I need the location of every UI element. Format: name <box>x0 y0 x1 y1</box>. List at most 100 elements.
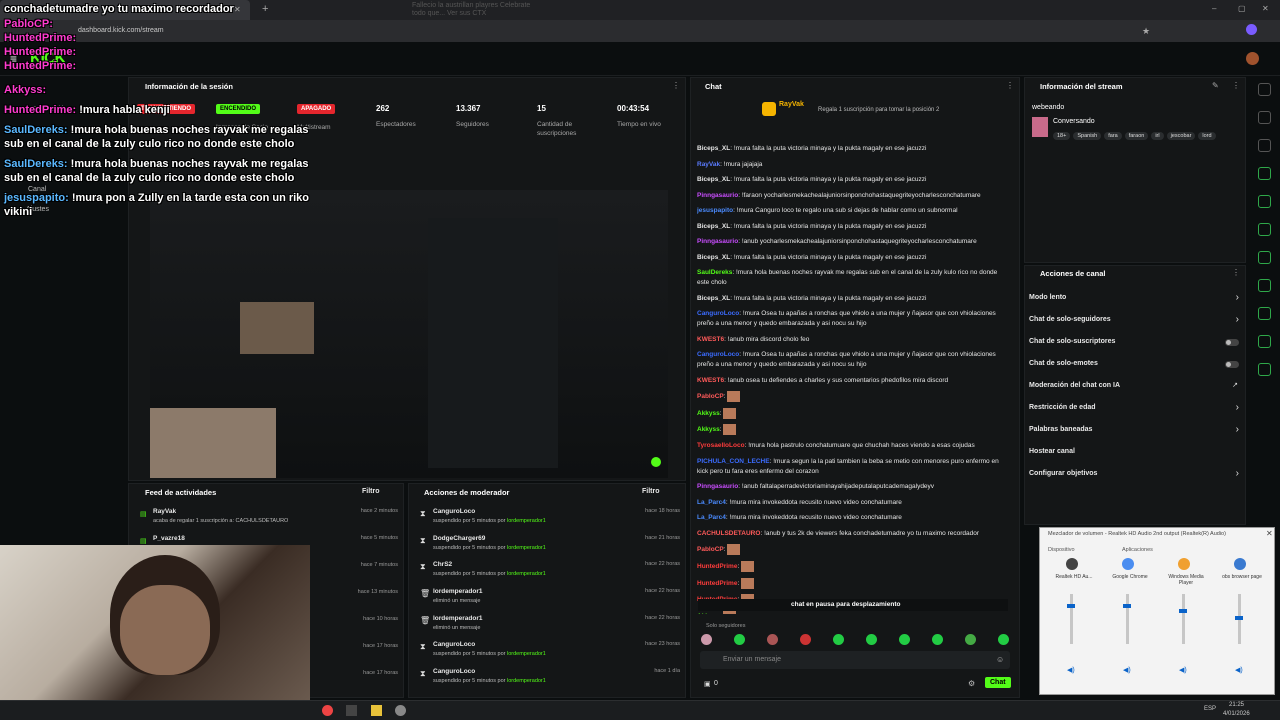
tag-chip[interactable]: faraon <box>1124 132 1149 140</box>
emote-icon[interactable] <box>734 634 745 645</box>
chat-message[interactable]: Akkyss: <box>697 424 1009 436</box>
user-avatar[interactable] <box>1246 52 1259 65</box>
chat-username[interactable]: Biceps_XL <box>697 145 730 152</box>
emote-icon[interactable] <box>767 634 778 645</box>
session-menu-icon[interactable]: ⋮ <box>672 81 680 90</box>
chat-username[interactable]: RayVak <box>697 161 720 168</box>
chat-username[interactable]: Pinngasaurio <box>697 238 738 245</box>
bookmark-star-icon[interactable]: ★ <box>1142 26 1150 37</box>
chat-username[interactable]: Pinngasaurio <box>697 483 738 490</box>
mixer-close-icon[interactable]: ✕ <box>1266 529 1273 538</box>
chat-username[interactable]: jesuspapito <box>697 207 733 214</box>
table-row[interactable]: ⧗ CanguroLoco suspendido por 5 minutos por… <box>418 668 682 695</box>
chat-message[interactable]: PICHULA_CON_LECHE: !mura segun la la pat… <box>697 457 1009 477</box>
taskbar-app-icon[interactable] <box>395 705 406 716</box>
chat-message[interactable]: HuntedPrime: <box>697 560 1009 572</box>
minimize-icon[interactable]: – <box>1212 4 1216 13</box>
channel-action-item[interactable]: Configurar objetivos › <box>1029 468 1243 490</box>
chevron-right-icon[interactable]: › <box>1236 402 1239 413</box>
emote-icon[interactable] <box>800 634 811 645</box>
chat-username[interactable]: HuntedPrime <box>697 563 737 570</box>
tool-rail-icon[interactable] <box>1258 363 1271 376</box>
chat-paused-text[interactable]: chat en pausa para desplazamiento <box>791 601 900 608</box>
channel-action-item[interactable]: Hostear canal <box>1029 446 1243 468</box>
taskbar-app-icon[interactable] <box>322 705 333 716</box>
chat-message[interactable]: Pinngasaurio: !anub yocharlesmekachealaj… <box>697 237 1009 247</box>
channel-action-item[interactable]: Chat de solo-emotes <box>1029 358 1243 380</box>
external-link-icon[interactable]: ↗ <box>1232 381 1238 389</box>
chat-username[interactable]: La_Parc4 <box>697 514 726 521</box>
chat-message[interactable]: PabloCP: <box>697 391 1009 402</box>
chat-message[interactable]: La_Parc4: !mura mira invokeddota recusit… <box>697 498 1009 508</box>
chat-message[interactable]: Biceps_XL: !mura falta la puta victoria … <box>697 222 1009 232</box>
clock-time[interactable]: 21:25 <box>1229 702 1244 708</box>
tool-rail-icon[interactable] <box>1258 195 1271 208</box>
speaker-icon[interactable]: ◀) <box>1179 666 1187 674</box>
taskbar-app-icon[interactable] <box>346 705 357 716</box>
edit-pencil-icon[interactable]: ✎ <box>1212 81 1219 90</box>
tool-rail-icon[interactable] <box>1258 139 1271 152</box>
chat-message[interactable]: PabloCP: <box>697 544 1009 556</box>
tool-rail-icon[interactable] <box>1258 167 1271 180</box>
toggle-switch[interactable] <box>1225 339 1239 346</box>
send-chat-button[interactable]: Chat <box>985 677 1011 688</box>
modactions-filter-button[interactable]: Filtro <box>642 488 660 495</box>
chat-message[interactable]: Biceps_XL: !mura falta la puta victoria … <box>697 144 1009 154</box>
chat-username[interactable]: Biceps_XL <box>697 254 730 261</box>
table-row[interactable]: ⧗ ChrS2 suspendido por 5 minutos por lorde… <box>418 561 682 588</box>
chat-message[interactable]: CanguroLoco: !mura Osea tu apañas a ronc… <box>697 350 1009 370</box>
language-indicator[interactable]: ESP <box>1204 706 1216 712</box>
chat-message[interactable]: Biceps_XL: !mura falta la puta victoria … <box>697 253 1009 263</box>
chat-menu-icon[interactable]: ⋮ <box>1006 81 1014 90</box>
activity-filter-button[interactable]: Filtro <box>362 488 380 495</box>
speaker-icon[interactable]: ◀) <box>1123 666 1131 674</box>
tag-chip[interactable]: 18+ <box>1053 132 1071 140</box>
tag-chip[interactable]: jescobar <box>1166 132 1196 140</box>
volume-slider[interactable] <box>1182 594 1185 644</box>
streaminfo-menu-icon[interactable]: ⋮ <box>1232 81 1240 90</box>
volume-slider[interactable] <box>1126 594 1129 644</box>
toggle-switch[interactable] <box>1225 361 1239 368</box>
chat-username[interactable]: TyrosaelloLoco <box>697 442 745 449</box>
channel-action-item[interactable]: Restricción de edad › <box>1029 402 1243 424</box>
profile-avatar[interactable] <box>1246 24 1257 35</box>
chat-message[interactable]: Biceps_XL: !mura falta la puta victoria … <box>697 294 1009 304</box>
speaker-icon[interactable]: ◀) <box>1067 666 1075 674</box>
tag-chip[interactable]: fara <box>1104 132 1122 140</box>
chat-message[interactable]: CACHULSDETAURO: !anub y tus 2k de viewer… <box>697 529 1009 539</box>
chat-username[interactable]: HuntedPrime <box>697 580 737 587</box>
chat-username[interactable]: KWEST6 <box>697 377 724 384</box>
tool-rail-icon[interactable] <box>1258 307 1271 320</box>
chat-username[interactable]: Biceps_XL <box>697 176 730 183</box>
chat-messages[interactable]: Biceps_XL: !mura falta la puta victoria … <box>697 144 1009 614</box>
tag-chip[interactable]: lord <box>1198 132 1216 140</box>
chat-username[interactable]: Akkyss <box>697 613 720 614</box>
chat-message[interactable]: Akkyss: <box>697 407 1009 419</box>
close-window-icon[interactable]: ✕ <box>1262 4 1269 13</box>
table-row[interactable]: 🗑 lordemperador1 eliminó un mensaje hace 2… <box>418 615 682 642</box>
volume-slider-thumb[interactable] <box>1123 604 1131 608</box>
emote-icon[interactable] <box>701 634 712 645</box>
chat-message[interactable]: KWEST6: !anub mira discord cholo feo <box>697 335 1009 345</box>
maximize-icon[interactable]: ▢ <box>1238 4 1246 13</box>
chat-username[interactable]: CACHULSDETAURO <box>697 530 760 537</box>
chat-username[interactable]: Biceps_XL <box>697 295 730 302</box>
tool-rail-icon[interactable] <box>1258 111 1271 124</box>
chat-message[interactable]: CanguroLoco: !mura Osea tu apañas a ronc… <box>697 309 1009 329</box>
channel-action-item[interactable]: Palabras baneadas › <box>1029 424 1243 446</box>
chat-username[interactable]: Biceps_XL <box>697 223 730 230</box>
list-item[interactable]: ▤ RayVak acaba de regalar 1 suscripción a:… <box>138 508 400 535</box>
chevron-right-icon[interactable]: › <box>1236 468 1239 479</box>
chat-username[interactable]: La_Parc4 <box>697 499 726 506</box>
chat-username[interactable]: PICHULA_CON_LECHE <box>697 458 770 465</box>
tag-chip[interactable]: Spanish <box>1073 132 1102 140</box>
chat-message[interactable]: RayVak: !mura jajajaja <box>697 160 1009 170</box>
tool-rail-icon[interactable] <box>1258 279 1271 292</box>
emote-icon[interactable] <box>866 634 877 645</box>
chevron-right-icon[interactable]: › <box>1236 424 1239 435</box>
tool-rail-icon[interactable] <box>1258 223 1271 236</box>
volume-slider[interactable] <box>1070 594 1073 644</box>
chat-message[interactable]: Akkyss: <box>697 611 1009 614</box>
chat-username[interactable]: Akkyss <box>697 410 720 417</box>
tool-rail-icon[interactable] <box>1258 83 1271 96</box>
